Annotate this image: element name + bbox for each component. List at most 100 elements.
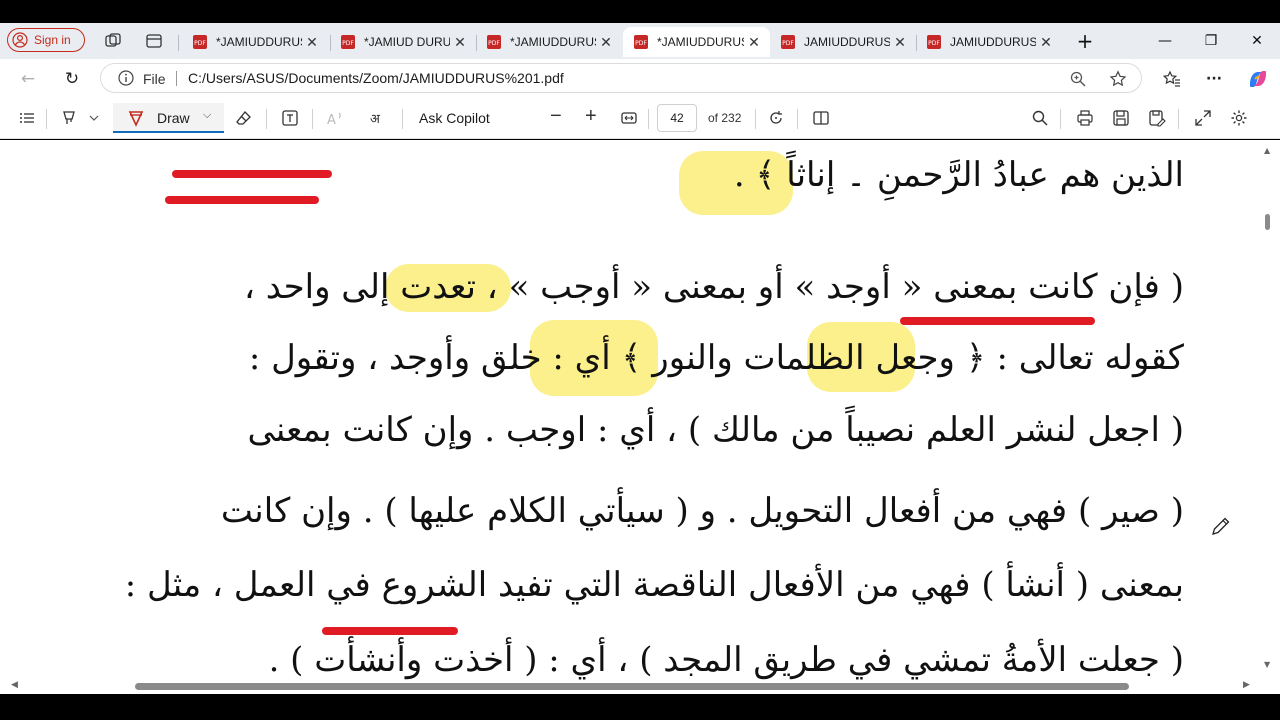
- rotate-icon[interactable]: [767, 109, 785, 127]
- eraser-icon[interactable]: [235, 109, 253, 127]
- minimize-button[interactable]: —: [1150, 29, 1180, 53]
- tab-close-icon[interactable]: ✕: [890, 34, 910, 51]
- restore-button[interactable]: ❐: [1196, 29, 1226, 53]
- copilot-icon[interactable]: [1246, 67, 1270, 91]
- tab-title: JAMIUDDURUS: [950, 35, 1036, 49]
- tab-close-icon[interactable]: ✕: [744, 34, 764, 51]
- svg-text:PDF: PDF: [488, 40, 500, 47]
- pdf-file-icon: PDF: [927, 35, 941, 49]
- draw-button[interactable]: Draw ⌵: [113, 103, 224, 133]
- tab-title: *JAMIUD DURUS: [364, 35, 450, 49]
- favorites-icon[interactable]: [1162, 69, 1182, 89]
- pdf-file-icon: PDF: [781, 35, 795, 49]
- address-bar[interactable]: File C:/Users/ASUS/Documents/Zoom/JAMIUD…: [100, 63, 1142, 93]
- tab-close-icon[interactable]: ✕: [450, 34, 470, 51]
- draw-pen-icon: [128, 111, 144, 127]
- new-tab-button[interactable]: +: [1070, 29, 1100, 53]
- tab-close-icon[interactable]: ✕: [596, 34, 616, 51]
- toolbar-separator: [648, 109, 649, 129]
- svg-text:अ: अ: [370, 112, 381, 127]
- text-box-icon[interactable]: [281, 109, 299, 127]
- tab-close-icon[interactable]: ✕: [302, 34, 322, 51]
- search-icon[interactable]: [1031, 109, 1049, 127]
- gear-icon[interactable]: [1230, 109, 1248, 127]
- svg-text:PDF: PDF: [928, 40, 940, 47]
- pdf-page-view[interactable]: الذين هم عبادُ الرَّحمنِ ۔ إناثاً ﴾ . ( …: [0, 140, 1280, 694]
- contents-list-icon[interactable]: [18, 109, 36, 127]
- pen-cursor-icon: [1212, 517, 1230, 535]
- vertical-scrollbar[interactable]: ▲ ▼: [1262, 140, 1274, 678]
- tab-actions-icon[interactable]: [144, 31, 164, 51]
- ink-stroke[interactable]: [322, 627, 458, 635]
- toolbar-separator: [312, 109, 313, 129]
- svg-text:A: A: [327, 113, 336, 127]
- document-text-line: الذين هم عبادُ الرَّحمنِ ۔ إناثاً ﴾ .: [733, 155, 1184, 195]
- tab-6[interactable]: PDF JAMIUDDURUS ✕: [916, 27, 1062, 57]
- highlight-icon[interactable]: [60, 109, 78, 127]
- tab-close-icon[interactable]: ✕: [1036, 34, 1056, 51]
- toolbar-separator: [755, 109, 756, 129]
- pdf-file-icon: PDF: [487, 35, 501, 49]
- document-text-line: ( صير ) فهي من أفعال التحويل . و ( سيأتي…: [220, 491, 1184, 531]
- file-scheme-label: File: [143, 71, 166, 87]
- tab-title: *JAMIUDDURUS: [657, 35, 744, 49]
- url-text[interactable]: C:/Users/ASUS/Documents/Zoom/JAMIUDDURUS…: [188, 70, 564, 86]
- page-number-input[interactable]: 42: [657, 104, 697, 132]
- highlight-dropdown-chevron-icon[interactable]: [88, 109, 100, 127]
- screen-top-border: [0, 0, 1280, 23]
- read-aloud-icon[interactable]: A: [326, 109, 344, 127]
- close-window-button[interactable]: ✕: [1242, 29, 1272, 53]
- document-text-line: كقوله تعالى : ﴿ وجعل الظلمات والنور ﴾ أي…: [248, 338, 1184, 378]
- toolbar-separator: [402, 109, 403, 129]
- horizontal-scroll-thumb[interactable]: [135, 683, 1129, 690]
- pdf-file-icon: PDF: [634, 35, 648, 49]
- tab-3[interactable]: PDF *JAMIUDDURUS ✕: [476, 27, 622, 57]
- settings-more-button[interactable]: ···: [1204, 69, 1224, 89]
- print-icon[interactable]: [1076, 109, 1094, 127]
- zoom-icon[interactable]: [1069, 70, 1087, 88]
- tab-5[interactable]: PDF JAMIUDDURUS ✕: [770, 27, 916, 57]
- workspaces-icon[interactable]: [103, 31, 123, 51]
- scroll-up-arrow-icon[interactable]: ▲: [1264, 146, 1270, 155]
- horizontal-scrollbar[interactable]: ◀ ▶: [0, 679, 1262, 693]
- zoom-in-button[interactable]: +: [585, 105, 597, 128]
- toolbar-separator: [797, 109, 798, 129]
- tab-2[interactable]: PDF *JAMIUD DURUS ✕: [330, 27, 476, 57]
- sign-in-button[interactable]: Sign in: [7, 28, 85, 52]
- tab-1[interactable]: PDF *JAMIUDDURUS ✕: [182, 27, 328, 57]
- save-as-icon[interactable]: [1148, 109, 1166, 127]
- screen-bottom-border: [0, 694, 1280, 720]
- scroll-left-arrow-icon[interactable]: ◀: [11, 680, 18, 690]
- fit-to-width-icon[interactable]: [620, 109, 638, 127]
- address-bar-row: ← ↻ File C:/Users/ASUS/Documents/Zoom/JA…: [0, 59, 1280, 99]
- ink-stroke[interactable]: [165, 196, 319, 204]
- profile-icon: [12, 32, 28, 48]
- toolbar-separator: [266, 109, 267, 129]
- ink-stroke[interactable]: [172, 170, 332, 178]
- document-text-line: بمعنى ( أنشأ ) فهي من الأفعال الناقصة ال…: [124, 565, 1184, 605]
- scroll-right-arrow-icon[interactable]: ▶: [1243, 680, 1250, 690]
- reload-button[interactable]: ↻: [62, 69, 82, 89]
- scroll-down-arrow-icon[interactable]: ▼: [1264, 660, 1270, 669]
- back-button[interactable]: ←: [18, 69, 38, 89]
- tab-title: JAMIUDDURUS: [804, 35, 890, 49]
- svg-text:PDF: PDF: [194, 40, 206, 47]
- tab-4-active[interactable]: PDF *JAMIUDDURUS ✕: [623, 27, 770, 57]
- document-text-line: ( اجعل لنشر العلم نصيباً من مالك ) ، أي …: [247, 410, 1184, 450]
- fullscreen-icon[interactable]: [1194, 109, 1212, 127]
- page-view-icon[interactable]: [812, 109, 830, 127]
- favorite-star-icon[interactable]: [1109, 70, 1127, 88]
- save-icon[interactable]: [1112, 109, 1130, 127]
- draw-label: Draw: [157, 110, 190, 126]
- ink-stroke[interactable]: [900, 317, 1095, 325]
- zoom-out-button[interactable]: −: [550, 105, 562, 128]
- toolbar-separator: [46, 109, 47, 129]
- ask-copilot-button[interactable]: Ask Copilot: [419, 110, 490, 126]
- tab-strip: Sign in PDF *JAMIUDDURUS ✕ PDF *JAMIUD D…: [0, 23, 1280, 59]
- pdf-file-icon: PDF: [341, 35, 355, 49]
- info-icon[interactable]: [118, 70, 134, 86]
- translate-icon[interactable]: अ: [370, 109, 390, 127]
- vertical-scroll-thumb[interactable]: [1265, 214, 1270, 230]
- draw-dropdown-chevron-icon[interactable]: ⌵: [203, 109, 211, 122]
- svg-text:PDF: PDF: [782, 40, 794, 47]
